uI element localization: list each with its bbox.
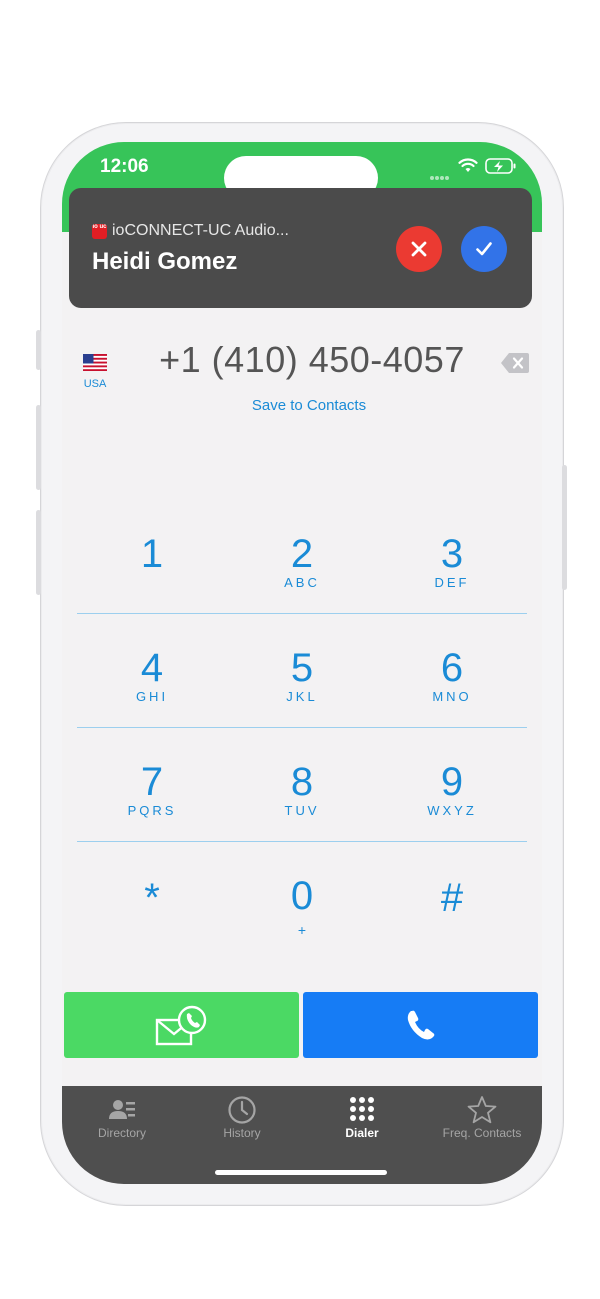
key-7[interactable]: 7 PQRS — [77, 728, 227, 841]
home-indicator[interactable] — [215, 1170, 387, 1175]
keypad-row: 7 PQRS 8 TUV 9 WXYZ — [77, 728, 527, 842]
app-icon: io uc — [92, 224, 107, 239]
key-star[interactable]: * — [77, 842, 227, 955]
tab-label: Freq. Contacts — [442, 1126, 522, 1140]
key-letters: PQRS — [127, 803, 177, 818]
status-time: 12:06 — [100, 156, 149, 177]
app-name: ioCONNECT-UC Audio... — [112, 222, 289, 239]
decline-call-button[interactable] — [396, 226, 442, 272]
key-5[interactable]: 5 JKL — [227, 614, 377, 727]
accept-call-button[interactable] — [461, 226, 507, 272]
backspace-icon[interactable] — [500, 352, 530, 374]
wifi-icon — [458, 158, 478, 172]
directory-icon — [109, 1100, 135, 1119]
voicemail-icon — [155, 1005, 207, 1046]
incoming-call-banner[interactable]: io uc ioCONNECT-UC Audio... Heidi Gomez — [69, 188, 532, 308]
key-letters: ABC — [284, 575, 320, 590]
key-6[interactable]: 6 MNO — [377, 614, 527, 727]
country-label[interactable]: USA — [72, 378, 118, 390]
tab-freq-contacts[interactable]: Freq. Contacts — [422, 1086, 542, 1156]
key-1[interactable]: 1 — [77, 500, 227, 613]
key-8[interactable]: 8 TUV — [227, 728, 377, 841]
clock-icon — [228, 1096, 256, 1124]
keypad-row: * 0 + # — [77, 842, 527, 955]
key-digit: 2 — [290, 532, 314, 576]
volume-down-button — [36, 510, 41, 595]
key-digit: 6 — [440, 646, 464, 690]
checkmark-icon — [476, 242, 492, 256]
key-2[interactable]: 2 ABC — [227, 500, 377, 613]
close-icon — [411, 241, 427, 257]
star-icon — [467, 1096, 497, 1124]
voicemail-button[interactable] — [64, 992, 299, 1058]
key-letters: + — [297, 922, 307, 938]
caller-name: Heidi Gomez — [92, 248, 238, 275]
key-letters: GHI — [135, 689, 169, 704]
key-digit: 5 — [290, 646, 314, 690]
tab-bar: Directory History Dialer Freq. Contacts — [62, 1086, 542, 1184]
key-digit: 4 — [140, 646, 164, 690]
keypad-row: 1 2 ABC 3 DEF — [77, 500, 527, 614]
save-to-contacts-link[interactable]: Save to Contacts — [209, 397, 409, 414]
battery-charging-icon — [485, 158, 516, 174]
key-digit: 3 — [440, 532, 464, 576]
key-hash[interactable]: # — [377, 842, 527, 955]
volume-up-button — [36, 405, 41, 490]
keypad-icon — [350, 1097, 374, 1121]
tab-label: Dialer — [345, 1126, 379, 1140]
tab-label: Directory — [97, 1126, 146, 1140]
side-button — [36, 330, 41, 370]
us-flag-icon[interactable] — [83, 354, 107, 371]
key-digit: 7 — [140, 760, 164, 804]
key-digit: 0 — [290, 874, 314, 918]
key-letters: WXYZ — [427, 803, 477, 818]
phone-icon — [407, 1010, 435, 1040]
key-letters: DEF — [434, 575, 470, 590]
key-digit: * — [144, 876, 160, 920]
key-3[interactable]: 3 DEF — [377, 500, 527, 613]
keypad-row: 4 GHI 5 JKL 6 MNO — [77, 614, 527, 728]
tab-label: History — [223, 1126, 261, 1140]
call-button[interactable] — [303, 992, 538, 1058]
tab-dialer[interactable]: Dialer — [302, 1086, 422, 1156]
tab-directory[interactable]: Directory — [62, 1086, 182, 1156]
tab-history[interactable]: History — [182, 1086, 302, 1156]
key-digit: 9 — [440, 760, 464, 804]
signal-icon — [430, 167, 450, 185]
action-bar — [62, 992, 542, 1060]
key-9[interactable]: 9 WXYZ — [377, 728, 527, 841]
key-letters: JKL — [286, 689, 318, 704]
key-digit: 1 — [140, 532, 164, 576]
keypad: 1 2 ABC 3 DEF 4 GHI 5 JKL 6 MNO 7 PQRS 8… — [77, 500, 527, 955]
key-digit: 8 — [290, 760, 314, 804]
phone-number-display: +1 (410) 450-4057 — [159, 339, 465, 380]
key-digit: # — [440, 876, 464, 920]
screen: 12:06 io uc ioCONNECT-UC Audio... Heidi … — [62, 142, 542, 1184]
key-letters: TUV — [284, 803, 320, 818]
key-4[interactable]: 4 GHI — [77, 614, 227, 727]
power-button — [562, 465, 567, 590]
key-letters: MNO — [432, 689, 472, 704]
key-0[interactable]: 0 + — [227, 842, 377, 955]
